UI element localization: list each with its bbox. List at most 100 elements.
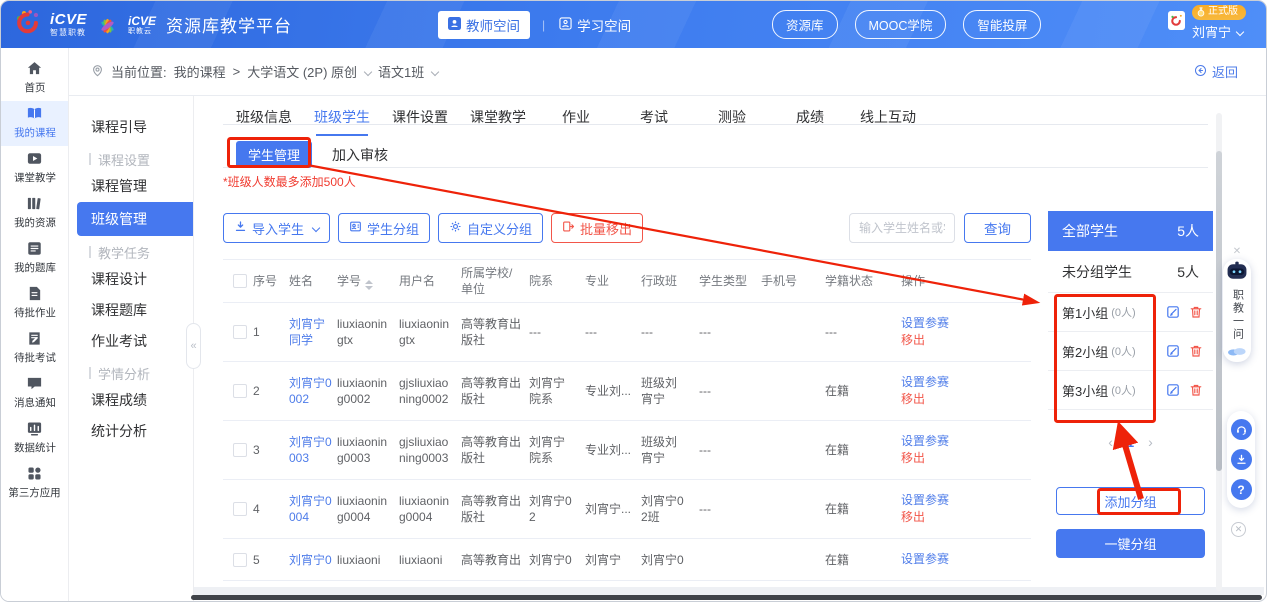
remove-link[interactable]: 移出 <box>901 509 1025 526</box>
custom-grouping-button[interactable]: 自定义分组 <box>438 213 543 243</box>
tab-1[interactable]: 班级学生 <box>307 101 377 139</box>
user-menu[interactable]: 正式版 刘宵宁 <box>1168 5 1246 41</box>
set-contest-link[interactable]: 设置参赛 <box>901 492 1025 509</box>
collapse-sidebar-button[interactable]: « <box>186 323 201 369</box>
edit-group-icon[interactable] <box>1166 383 1180 397</box>
import-students-button[interactable]: 导入学生 <box>223 213 330 243</box>
cell-admin_class: 刘宵宁0 <box>641 552 699 568</box>
cell-name[interactable]: 刘宵宁0 <box>289 552 337 568</box>
course-nav-item-10[interactable]: 统计分析 <box>69 416 193 447</box>
tab-8[interactable]: 线上互动 <box>853 101 923 139</box>
group-filter-all[interactable]: 全部学生 5人 <box>1048 211 1213 251</box>
tab-5[interactable]: 考试 <box>619 101 689 139</box>
top-pill-0[interactable]: 资源库 <box>772 10 838 39</box>
sidebar-item-pending-homework[interactable]: 待批作业 <box>1 281 68 326</box>
search-button[interactable]: 查询 <box>964 213 1031 243</box>
set-contest-link[interactable]: 设置参赛 <box>901 433 1025 450</box>
course-nav-item-3[interactable]: 班级管理 <box>77 202 193 236</box>
delete-group-icon[interactable] <box>1189 344 1203 358</box>
cell-name[interactable]: 刘宵宁0002 <box>289 375 337 407</box>
cell-name[interactable]: 刘宵宁同学 <box>289 316 337 348</box>
icve-zhihuizhijiao-logo-icon <box>13 7 43 42</box>
top-pill-2[interactable]: 智能投屏 <box>963 10 1041 39</box>
batch-remove-button[interactable]: 批量移出 <box>551 213 643 243</box>
edit-group-icon[interactable] <box>1166 344 1180 358</box>
cell-student_id: liuxiaoning0002 <box>337 375 399 407</box>
sidebar-item-pending-exams[interactable]: 待批考试 <box>1 326 68 371</box>
help-icon[interactable]: ? <box>1231 479 1252 500</box>
logo1-text: iCVE 智慧职教 <box>50 12 87 37</box>
teacher-space-button[interactable]: 教师空间 <box>438 11 530 39</box>
course-nav-item-0[interactable]: 课程引导 <box>69 112 193 143</box>
remove-link[interactable]: 移出 <box>901 391 1025 408</box>
row-checkbox[interactable] <box>233 384 247 398</box>
student-grouping-button[interactable]: 学生分组 <box>338 213 430 243</box>
delete-group-icon[interactable] <box>1189 383 1203 397</box>
subtab-0[interactable]: 学生管理 <box>236 141 312 168</box>
table-header: 序号姓名学号用户名所属学校/单位院系专业行政班学生类型手机号学籍状态操作 <box>223 259 1031 303</box>
subtab-1[interactable]: 加入审核 <box>332 145 388 165</box>
set-contest-link[interactable]: 设置参赛 <box>901 374 1025 391</box>
next-page-button[interactable]: › <box>1148 434 1153 450</box>
sidebar-item-label: 第三方应用 <box>8 484 60 499</box>
group-filter-ungrouped[interactable]: 未分组学生 5人 <box>1048 251 1213 293</box>
sidebar-item-third-party-apps[interactable]: 第三方应用 <box>1 461 68 506</box>
course-nav-item-5[interactable]: 课程设计 <box>69 264 193 295</box>
sidebar-item-my-courses[interactable]: 我的课程 <box>1 101 68 146</box>
sort-icon[interactable] <box>365 280 373 290</box>
row-checkbox[interactable] <box>233 553 247 567</box>
top-pill-1[interactable]: MOOC学院 <box>855 10 947 39</box>
column-header-label: 行政班 <box>641 274 677 288</box>
customer-service-icon[interactable] <box>1231 419 1252 440</box>
tab-0[interactable]: 班级信息 <box>229 101 299 139</box>
sidebar-item-home[interactable]: 首页 <box>1 56 68 101</box>
toolbar-button-label: 自定义分组 <box>467 219 532 238</box>
breadcrumb-course-dropdown[interactable]: 大学语文 (2P) 原创 <box>247 62 371 81</box>
icve-zhijiaoyun-logo-icon <box>94 9 121 41</box>
sidebar-item-data-statistics[interactable]: 数据统计 <box>1 416 68 461</box>
tab-6[interactable]: 测验 <box>697 101 767 139</box>
prev-page-button[interactable]: ‹ <box>1108 434 1113 450</box>
search-input[interactable] <box>849 213 955 243</box>
row-checkbox[interactable] <box>233 443 247 457</box>
group-row-2[interactable]: 第3小组(0人) <box>1048 371 1213 410</box>
course-nav-item-9[interactable]: 课程成绩 <box>69 385 193 416</box>
sidebar-item-notifications[interactable]: 消息通知 <box>1 371 68 416</box>
tab-2[interactable]: 课件设置 <box>385 101 455 139</box>
set-contest-link[interactable]: 设置参赛 <box>901 551 1025 568</box>
tab-4[interactable]: 作业 <box>541 101 611 139</box>
select-all-checkbox[interactable] <box>233 274 247 288</box>
sidebar-item-classroom-teaching[interactable]: 课堂教学 <box>1 146 68 191</box>
delete-group-icon[interactable] <box>1189 305 1203 319</box>
import-icon <box>234 220 247 236</box>
row-checkbox[interactable] <box>233 325 247 339</box>
download-icon[interactable] <box>1231 449 1252 470</box>
sidebar-item-my-question-bank[interactable]: 我的题库 <box>1 236 68 281</box>
edit-group-icon[interactable] <box>1166 305 1180 319</box>
learn-space-button[interactable]: 学习空间 <box>557 11 633 39</box>
cell-name[interactable]: 刘宵宁0003 <box>289 434 337 466</box>
collapse-widgets-icon[interactable]: ✕ <box>1231 522 1246 537</box>
group-row-0[interactable]: 第1小组(0人) <box>1048 293 1213 332</box>
add-group-button[interactable]: 添加分组 <box>1056 487 1205 515</box>
cell-name[interactable]: 刘宵宁0004 <box>289 493 337 525</box>
breadcrumb-class-dropdown[interactable]: 语文1班 <box>378 62 438 81</box>
course-nav-item-2[interactable]: 课程管理 <box>69 171 193 202</box>
auto-group-button[interactable]: 一键分组 <box>1056 529 1205 558</box>
assistant-button[interactable]: 职教一问 <box>1223 259 1251 362</box>
back-button[interactable]: 返回 <box>1194 62 1238 81</box>
robot-icon <box>1225 261 1249 287</box>
course-nav-item-7[interactable]: 作业考试 <box>69 326 193 357</box>
sidebar-item-my-resources[interactable]: 我的资源 <box>1 191 68 236</box>
tab-7[interactable]: 成绩 <box>775 101 845 139</box>
breadcrumb-my-courses[interactable]: 我的课程 <box>174 62 226 81</box>
current-page[interactable]: 1 <box>1127 435 1134 450</box>
remove-link[interactable]: 移出 <box>901 450 1025 467</box>
course-nav-item-6[interactable]: 课程题库 <box>69 295 193 326</box>
row-checkbox[interactable] <box>233 502 247 516</box>
remove-link[interactable]: 移出 <box>901 332 1025 349</box>
set-contest-link[interactable]: 设置参赛 <box>901 315 1025 332</box>
group-row-1[interactable]: 第2小组(0人) <box>1048 332 1213 371</box>
tab-3[interactable]: 课堂教学 <box>463 101 533 139</box>
assistant-close-icon[interactable]: ✕ <box>1233 247 1241 259</box>
